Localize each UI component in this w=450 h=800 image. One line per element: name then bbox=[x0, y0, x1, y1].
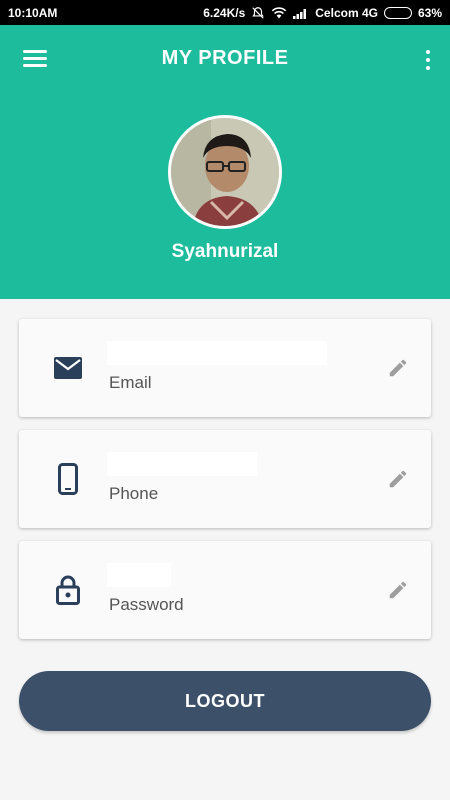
profile-username: Syahnurizal bbox=[171, 241, 279, 262]
phone-card: Phone bbox=[19, 430, 431, 528]
email-value bbox=[107, 341, 327, 365]
wifi-icon bbox=[272, 7, 287, 19]
page-title: MY PROFILE bbox=[161, 47, 289, 69]
avatar[interactable] bbox=[168, 115, 282, 229]
carrier-name: Celcom 4G bbox=[315, 5, 378, 20]
pencil-icon bbox=[389, 359, 407, 377]
edit-phone-button[interactable] bbox=[387, 468, 411, 492]
battery-percent: 63% bbox=[417, 5, 442, 20]
edit-email-button[interactable] bbox=[387, 357, 411, 381]
pencil-icon bbox=[389, 470, 407, 488]
more-options-button[interactable] bbox=[420, 47, 436, 73]
status-icons: 6.24K/s Celcom 4G 63% bbox=[203, 6, 442, 20]
pencil-icon bbox=[389, 581, 407, 599]
password-card: Password bbox=[19, 541, 431, 639]
lock-icon bbox=[51, 573, 85, 607]
edit-password-button[interactable] bbox=[387, 579, 411, 603]
phone-label: Phone bbox=[109, 484, 159, 503]
signal-icon bbox=[293, 8, 307, 19]
avatar-image bbox=[171, 118, 279, 226]
email-icon bbox=[51, 351, 85, 385]
profile-header: MY PROFILE Syahnurizal bbox=[0, 25, 450, 299]
email-card: Email bbox=[19, 319, 431, 417]
email-label: Email bbox=[109, 373, 152, 392]
password-value bbox=[107, 563, 171, 587]
phone-value bbox=[107, 452, 257, 476]
network-speed: 6.24K/s bbox=[203, 5, 246, 20]
status-time: 10:10AM bbox=[8, 5, 58, 20]
phone-icon bbox=[51, 462, 85, 496]
logout-button[interactable]: LOGOUT bbox=[19, 671, 431, 731]
battery-icon bbox=[383, 6, 412, 19]
mute-bell-icon bbox=[252, 6, 265, 19]
status-bar: 10:10AM 6.24K/s Celcom 4G 63% bbox=[0, 0, 450, 25]
password-label: Password bbox=[109, 595, 184, 614]
